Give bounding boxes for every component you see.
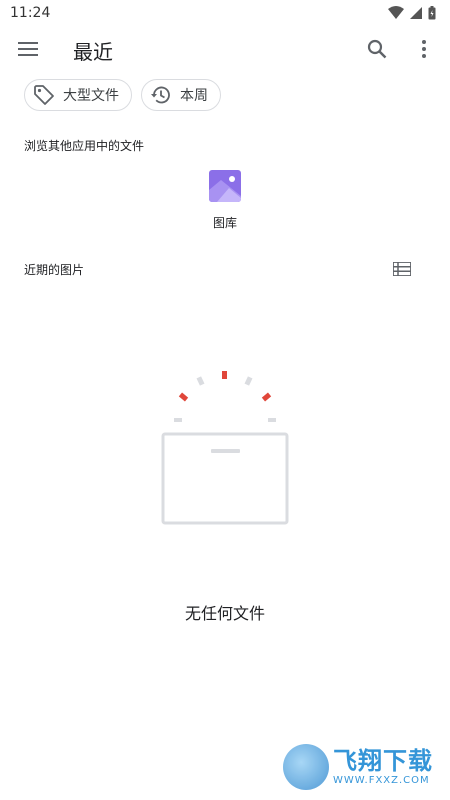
wifi-icon — [388, 6, 404, 19]
gallery-app-shortcut[interactable]: 图库 — [195, 170, 255, 231]
more-vert-icon — [422, 40, 426, 58]
status-time: 11:24 — [10, 5, 51, 21]
tag-icon — [34, 85, 54, 105]
watermark: 飞翔下载 WWW.FXXZ.COM — [283, 742, 441, 792]
list-view-toggle-button[interactable] — [382, 249, 422, 289]
search-button[interactable] — [357, 29, 397, 69]
gallery-icon — [209, 170, 241, 202]
page-title: 最近 — [73, 40, 113, 64]
menu-button[interactable] — [8, 29, 48, 69]
gallery-label: 图库 — [212, 216, 237, 230]
recent-images-heading: 近期的图片 — [24, 263, 85, 277]
watermark-main-text: 飞翔下载 — [333, 746, 433, 775]
list-view-icon — [393, 262, 411, 276]
chip-this-week[interactable]: 本周 — [141, 79, 221, 111]
browse-other-apps-heading: 浏览其他应用中的文件 — [24, 139, 145, 153]
signal-icon — [410, 7, 422, 19]
empty-state-message: 无任何文件 — [184, 604, 265, 623]
status-icons — [388, 6, 436, 20]
battery-icon — [428, 6, 436, 20]
filter-chips: 大型文件 本周 — [24, 79, 221, 111]
empty-state-illustration — [161, 371, 289, 525]
search-icon — [367, 39, 387, 59]
chip-large-files[interactable]: 大型文件 — [24, 79, 132, 111]
hamburger-menu-icon — [18, 42, 38, 56]
more-options-button[interactable] — [404, 29, 444, 69]
history-icon — [151, 86, 170, 104]
watermark-logo — [283, 744, 329, 790]
watermark-sub-text: WWW.FXXZ.COM — [333, 774, 430, 786]
chip-large-files-label: 大型文件 — [63, 88, 119, 104]
app-bar: 最近 — [0, 26, 450, 72]
chip-this-week-label: 本周 — [180, 88, 208, 104]
status-bar: 11:24 — [0, 0, 450, 26]
